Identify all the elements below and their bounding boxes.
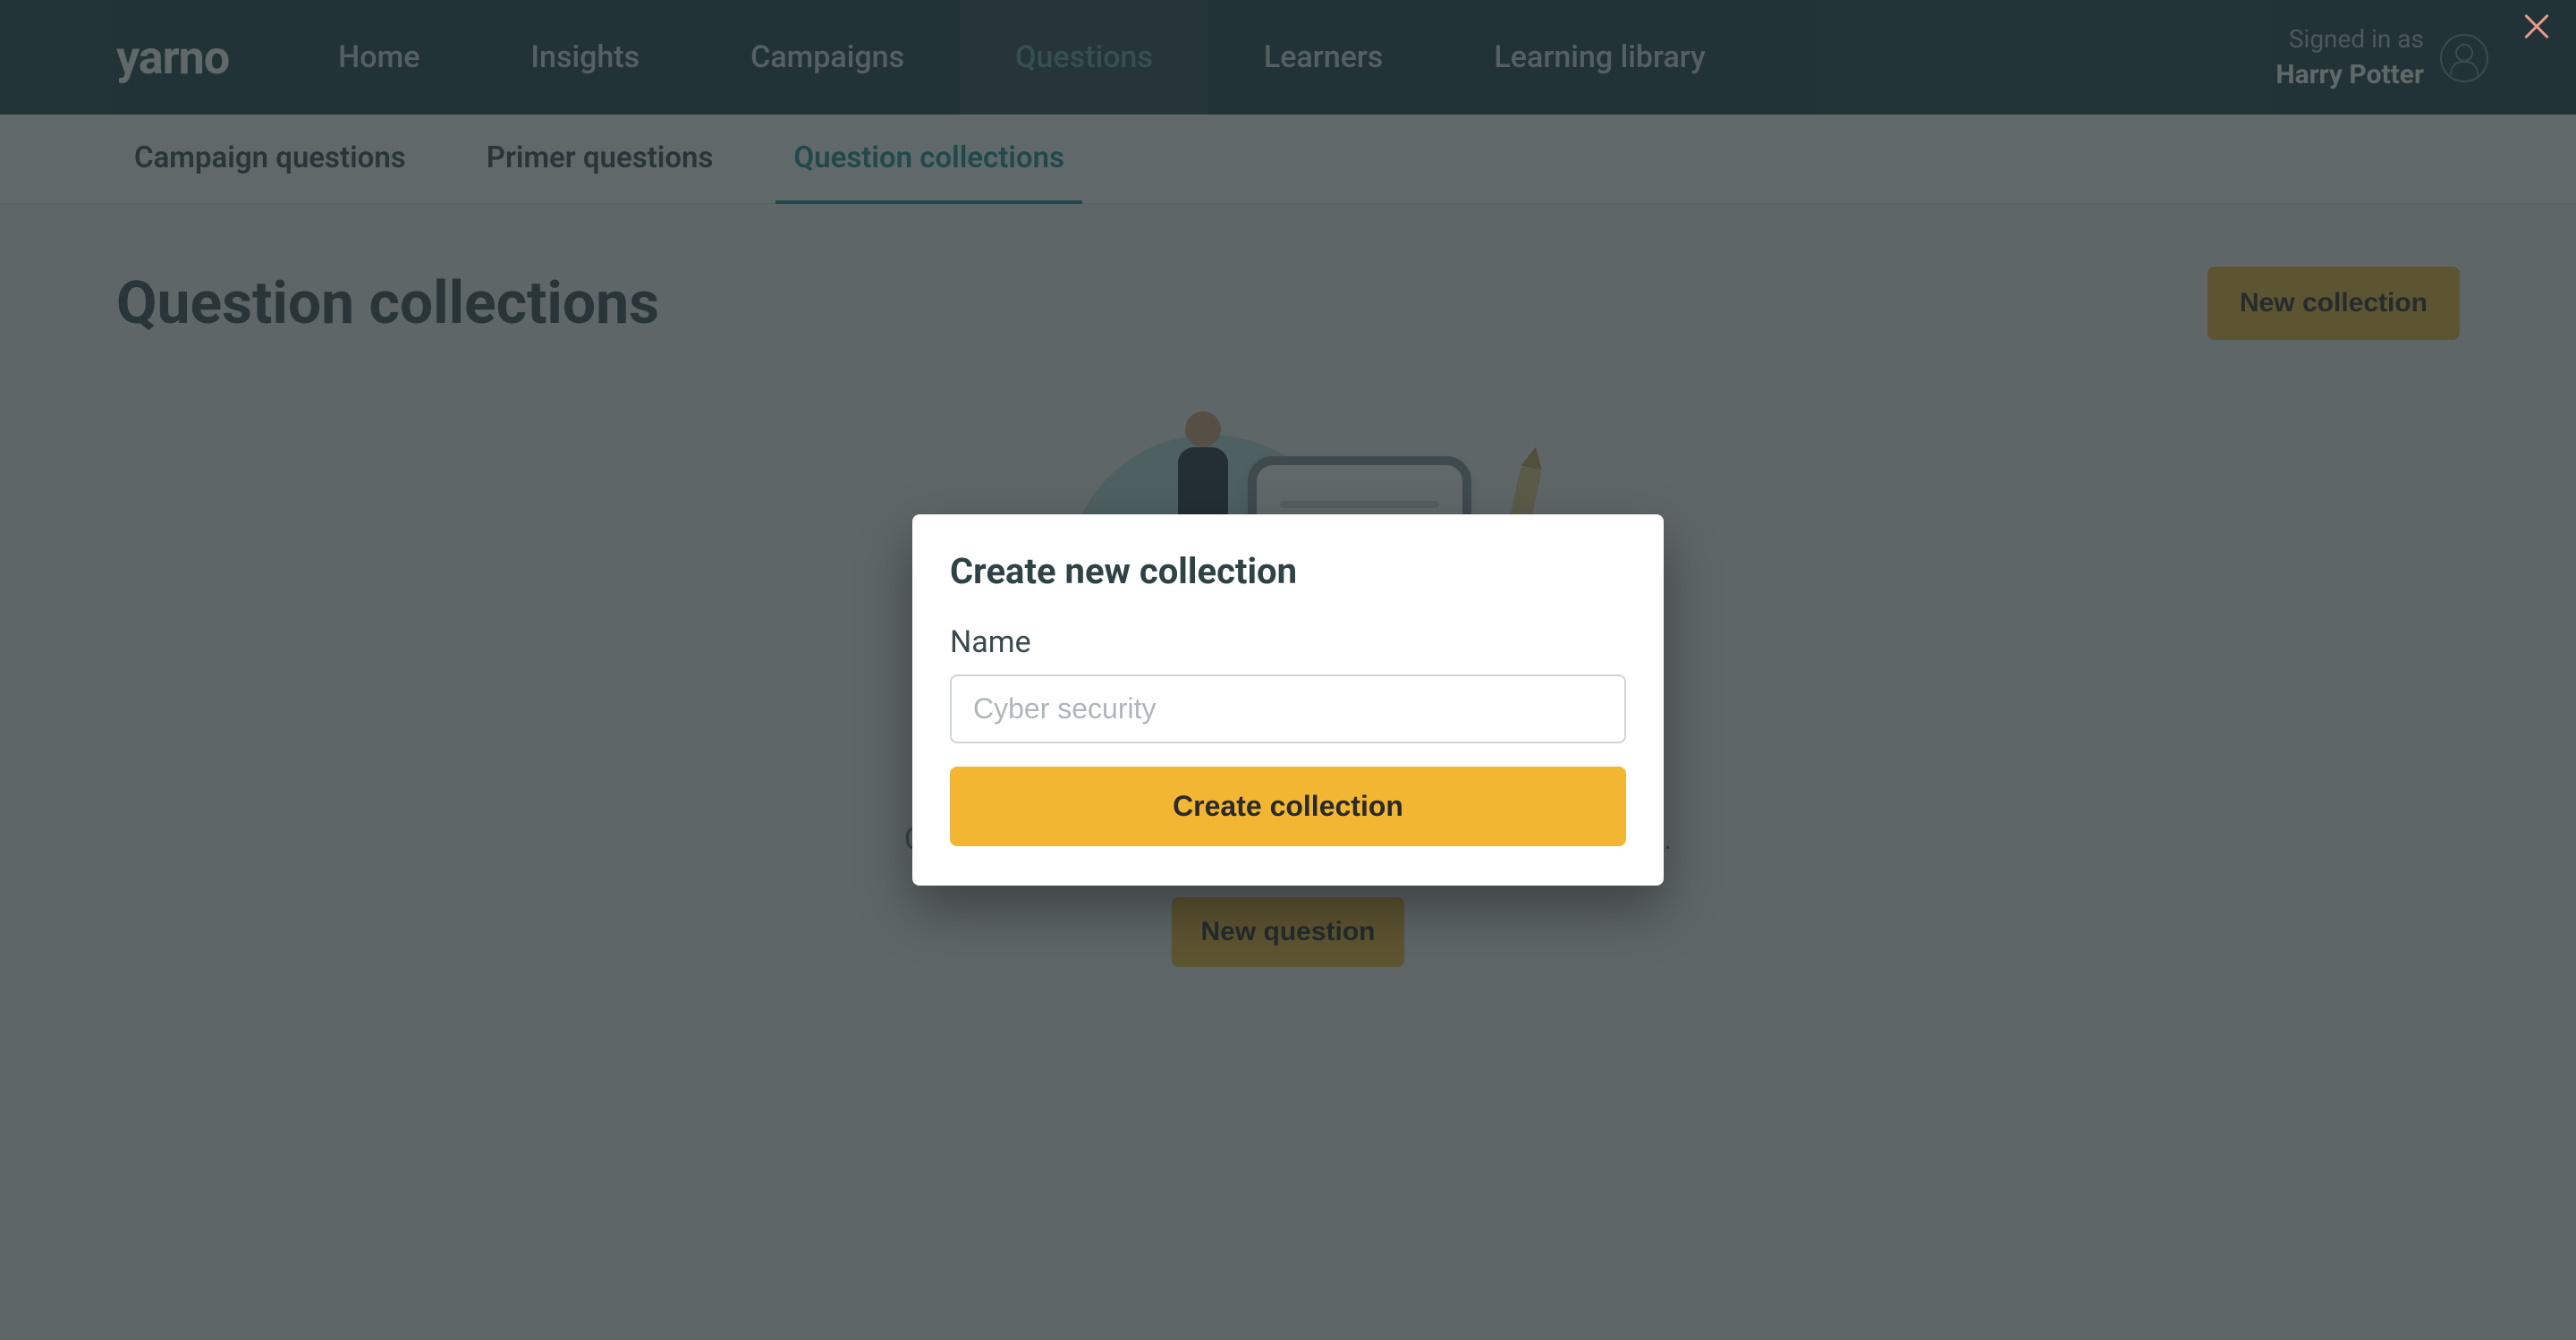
create-collection-button[interactable]: Create collection xyxy=(950,767,1626,846)
modal-overlay[interactable]: Create new collection Name Create collec… xyxy=(0,0,2576,1340)
collection-name-input[interactable] xyxy=(950,674,1626,743)
modal-title: Create new collection xyxy=(950,550,1626,592)
close-icon[interactable] xyxy=(2519,9,2555,45)
create-collection-modal: Create new collection Name Create collec… xyxy=(912,514,1664,886)
name-label: Name xyxy=(950,624,1626,660)
